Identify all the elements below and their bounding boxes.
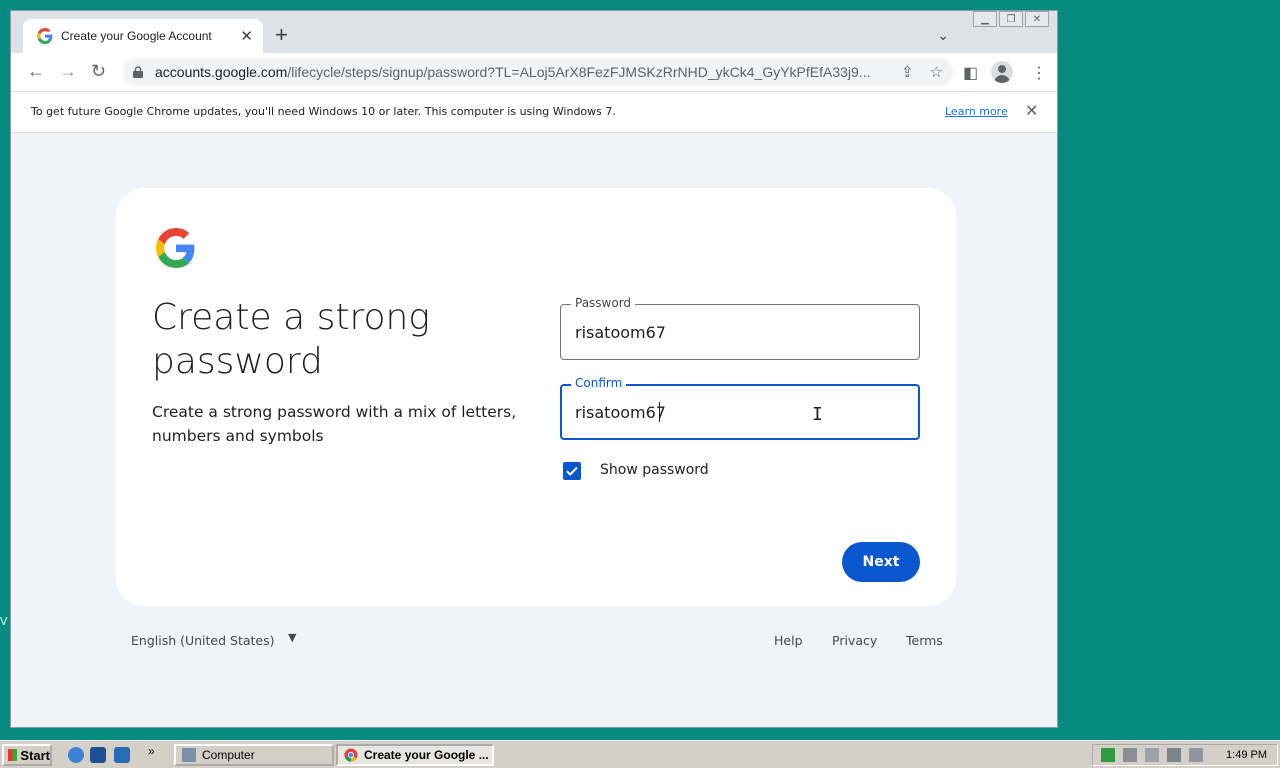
text-caret xyxy=(659,402,660,422)
network-tray-icon[interactable] xyxy=(1123,748,1137,762)
profile-avatar-icon[interactable] xyxy=(991,61,1013,83)
browser-window: Create your Google Account ✕ + ⌄ ▁ ❐ ✕ ←… xyxy=(10,10,1058,728)
action-center-flag-icon[interactable] xyxy=(1145,748,1159,762)
window-close-icon[interactable]: ✕ xyxy=(1025,11,1049,27)
reload-icon[interactable]: ↻ xyxy=(91,61,106,81)
taskbar-item-chrome[interactable]: Create your Google ... xyxy=(336,744,494,766)
page-title: Create a strong password xyxy=(152,297,430,382)
language-dropdown-icon[interactable]: ▼ xyxy=(288,631,296,644)
address-bar[interactable]: accounts.google.com/lifecycle/steps/sign… xyxy=(123,58,953,86)
system-tray: 1:49 PM xyxy=(1092,744,1278,766)
bookmark-star-icon[interactable]: ☆ xyxy=(930,63,943,81)
restore-icon[interactable]: ❐ xyxy=(999,11,1023,27)
google-favicon-icon xyxy=(37,28,53,44)
ibeam-cursor-icon: I xyxy=(812,404,823,425)
menu-kebab-icon[interactable]: ⋮ xyxy=(1031,63,1047,83)
start-label: Start xyxy=(20,747,50,763)
back-icon[interactable]: ← xyxy=(27,61,45,81)
security-tray-icon[interactable] xyxy=(1101,748,1115,762)
url-text: accounts.google.com/lifecycle/steps/sign… xyxy=(155,64,885,80)
start-button[interactable]: Start xyxy=(2,744,52,766)
desktop-text-fragment: V xyxy=(0,615,8,628)
url-domain: accounts.google.com xyxy=(155,64,288,80)
confirm-field[interactable]: Confirm I xyxy=(560,376,920,440)
taskbar-item-computer[interactable]: Computer xyxy=(174,744,334,766)
side-panel-icon[interactable]: ◧ xyxy=(963,63,978,83)
infobar-close-icon[interactable]: ✕ xyxy=(1025,101,1038,120)
tab-strip: Create your Google Account ✕ + ⌄ ▁ ❐ ✕ xyxy=(11,11,1057,53)
browser-toolbar: ← → ↻ accounts.google.com/lifecycle/step… xyxy=(11,53,1057,91)
virtualbox-icon[interactable] xyxy=(90,747,106,763)
language-selector[interactable]: English (United States) xyxy=(131,633,275,648)
tab-search-chevron-icon[interactable]: ⌄ xyxy=(937,27,949,44)
taskbar: Start » Computer Create your Google ... … xyxy=(0,740,1280,768)
help-link[interactable]: Help xyxy=(774,633,803,648)
next-button[interactable]: Next xyxy=(842,542,920,582)
taskbar-item-label: Computer xyxy=(202,748,255,762)
window-controls: ▁ ❐ ✕ xyxy=(973,11,1049,27)
show-password-label[interactable]: Show password xyxy=(600,462,709,478)
forward-icon[interactable]: → xyxy=(59,61,77,81)
show-password-checkbox[interactable] xyxy=(563,462,581,480)
tab-close-icon[interactable]: ✕ xyxy=(240,27,253,45)
computer-icon xyxy=(182,748,196,762)
show-desktop-icon[interactable] xyxy=(114,747,130,763)
display-tray-icon[interactable] xyxy=(1167,748,1181,762)
volume-icon[interactable] xyxy=(1189,748,1203,762)
windows-flag-icon xyxy=(8,749,18,761)
lock-icon xyxy=(133,66,143,78)
signup-card: Create a strong password Create a strong… xyxy=(116,188,956,606)
privacy-link[interactable]: Privacy xyxy=(832,633,877,648)
quicklaunch-overflow-icon[interactable]: » xyxy=(148,744,155,758)
confirm-input[interactable] xyxy=(575,386,895,438)
checkmark-icon xyxy=(566,466,578,476)
minimize-icon[interactable]: ▁ xyxy=(973,11,997,27)
clock[interactable]: 1:49 PM xyxy=(1226,749,1267,761)
taskbar-item-label: Create your Google ... xyxy=(364,748,489,762)
update-infobar: To get future Google Chrome updates, you… xyxy=(11,91,1057,133)
tab-title: Create your Google Account xyxy=(61,29,212,43)
learn-more-link[interactable]: Learn more xyxy=(945,105,1008,118)
google-logo-icon xyxy=(156,228,195,268)
browser-tab[interactable]: Create your Google Account ✕ xyxy=(23,19,263,53)
internet-explorer-icon[interactable] xyxy=(68,747,84,763)
terms-link[interactable]: Terms xyxy=(906,633,943,648)
password-input[interactable] xyxy=(575,305,895,359)
infobar-message: To get future Google Chrome updates, you… xyxy=(31,105,616,118)
chrome-icon xyxy=(344,748,358,762)
new-tab-icon[interactable]: + xyxy=(275,24,288,46)
share-icon[interactable]: ⇪ xyxy=(901,63,914,81)
password-field[interactable]: Password xyxy=(560,296,920,360)
url-path: /lifecycle/steps/signup/password?TL=ALoj… xyxy=(287,64,871,80)
page-subtitle: Create a strong password with a mix of l… xyxy=(152,403,517,445)
